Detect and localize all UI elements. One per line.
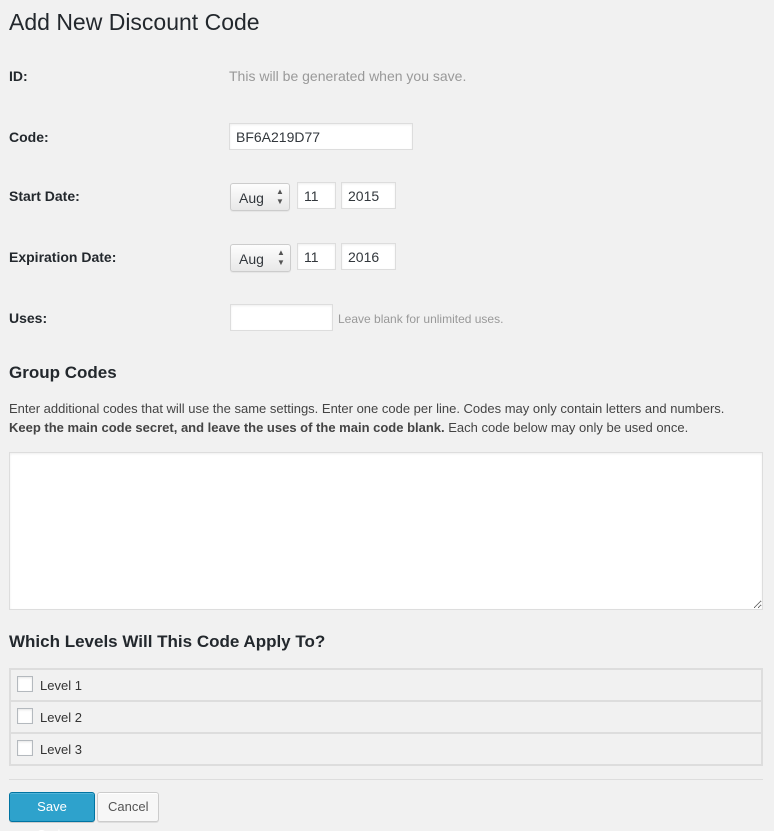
id-label: ID: (9, 68, 28, 84)
group-codes-warning-bold: Keep the main code secret, and leave the… (9, 420, 445, 435)
group-codes-description-text: Enter additional codes that will use the… (9, 401, 725, 416)
cancel-button[interactable]: Cancel (97, 792, 159, 822)
expiration-day-input[interactable] (297, 243, 336, 270)
start-year-input[interactable] (341, 182, 396, 209)
group-codes-textarea[interactable] (9, 452, 763, 610)
start-month-value: Aug (239, 190, 264, 206)
level-1-checkbox[interactable] (17, 676, 33, 692)
levels-title: Which Levels Will This Code Apply To? (9, 632, 326, 651)
discount-code-page: Add New Discount Code ID: This will be g… (0, 0, 774, 831)
code-input[interactable] (229, 123, 413, 150)
page-title: Add New Discount Code (9, 9, 260, 35)
id-generated-note: This will be generated when you save. (229, 68, 467, 84)
start-month-select[interactable]: Aug ▲ ▼ (230, 183, 290, 211)
updown-arrows-icon: ▲ ▼ (276, 187, 284, 206)
level-row-1[interactable]: Level 1 (11, 670, 761, 700)
expiration-year-input[interactable] (341, 243, 396, 270)
level-row-2[interactable]: Level 2 (11, 700, 761, 732)
level-row-3[interactable]: Level 3 (11, 732, 761, 764)
expiration-month-value: Aug (239, 251, 264, 267)
start-day-input[interactable] (297, 182, 336, 209)
code-label: Code: (9, 129, 49, 145)
updown-arrows-icon: ▲ ▼ (277, 248, 285, 267)
expiration-date-label: Expiration Date: (9, 249, 117, 265)
start-date-label: Start Date: (9, 188, 80, 204)
group-codes-warning-rest: Each code below may only be used once. (444, 420, 689, 435)
uses-hint: Leave blank for unlimited uses. (338, 312, 504, 326)
levels-list: Level 1 Level 2 Level 3 (9, 668, 763, 766)
level-2-checkbox[interactable] (17, 708, 33, 724)
uses-label: Uses: (9, 310, 48, 326)
expiration-month-select[interactable]: Aug ▲ ▼ (230, 244, 291, 272)
level-3-label[interactable]: Level 3 (40, 742, 82, 758)
save-code-button[interactable]: Save Code (9, 792, 95, 831)
group-codes-title: Group Codes (9, 363, 117, 382)
group-codes-description: Enter additional codes that will use the… (9, 399, 769, 437)
level-2-label[interactable]: Level 2 (40, 710, 82, 726)
level-1-label[interactable]: Level 1 (40, 678, 82, 694)
level-3-checkbox[interactable] (17, 740, 33, 756)
uses-input[interactable] (230, 304, 333, 331)
actions-divider (9, 779, 763, 780)
